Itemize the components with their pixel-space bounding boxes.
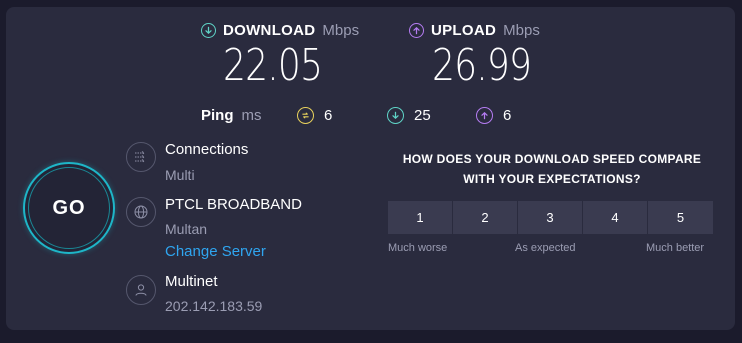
survey-question: HOW DOES YOUR DOWNLOAD SPEED COMPARE WIT…	[388, 149, 716, 189]
ping-idle-icon	[297, 107, 314, 124]
ping-upload-icon	[476, 107, 493, 124]
change-server-link[interactable]: Change Server	[165, 243, 266, 260]
rating-option-1[interactable]: 1	[388, 201, 453, 234]
provider-ip: 202.142.183.59	[165, 298, 263, 314]
survey-question-line2: WITH YOUR EXPECTATIONS?	[463, 172, 641, 186]
ping-row: Ping ms	[201, 107, 262, 124]
download-header: DOWNLOAD Mbps	[201, 22, 359, 39]
upload-speed-value: 26.99	[432, 40, 532, 91]
rating-low-label: Much worse	[388, 242, 448, 254]
ping-label: Ping	[201, 107, 234, 124]
user-icon	[126, 275, 156, 305]
connections-title: Connections	[165, 141, 249, 158]
rating-high-label: Much better	[646, 242, 705, 254]
download-unit: Mbps	[322, 22, 360, 39]
rating-option-4[interactable]: 4	[583, 201, 648, 234]
globe-icon	[126, 197, 156, 227]
upload-title: UPLOAD	[431, 22, 497, 39]
ping-unit: ms	[241, 107, 262, 124]
server-location: Multan	[165, 221, 208, 237]
connections-icon[interactable]	[126, 142, 156, 172]
ping-download: 25	[387, 107, 431, 124]
download-title: DOWNLOAD	[223, 22, 316, 39]
ping-upload: 6	[476, 107, 511, 124]
rating-mid-label: As expected	[515, 242, 576, 254]
upload-arrow-icon	[409, 23, 424, 38]
ping-upload-value: 6	[503, 107, 512, 124]
download-speed-value: 22.05	[223, 40, 323, 91]
connections-value: Multi	[165, 167, 195, 183]
ping-idle: 6	[297, 107, 332, 124]
upload-header: UPLOAD Mbps	[409, 22, 540, 39]
speedtest-result-panel: DOWNLOAD Mbps 22.05 UPLOAD Mbps 26.99 Pi…	[6, 7, 735, 330]
survey-question-line1: HOW DOES YOUR DOWNLOAD SPEED COMPARE	[402, 152, 702, 166]
rating-option-5[interactable]: 5	[648, 201, 713, 234]
rating-option-3[interactable]: 3	[518, 201, 583, 234]
upload-unit: Mbps	[503, 22, 540, 39]
provider-name: Multinet	[165, 273, 218, 290]
download-arrow-icon	[201, 23, 216, 38]
go-button-label: GO	[28, 167, 110, 249]
ping-idle-value: 6	[324, 107, 333, 124]
ping-download-icon	[387, 107, 404, 124]
server-name: PTCL BROADBAND	[165, 196, 302, 213]
rating-option-2[interactable]: 2	[453, 201, 518, 234]
go-button[interactable]: GO	[23, 162, 115, 254]
rating-scale: 1 2 3 4 5	[388, 201, 713, 234]
ping-download-value: 25	[414, 107, 431, 124]
